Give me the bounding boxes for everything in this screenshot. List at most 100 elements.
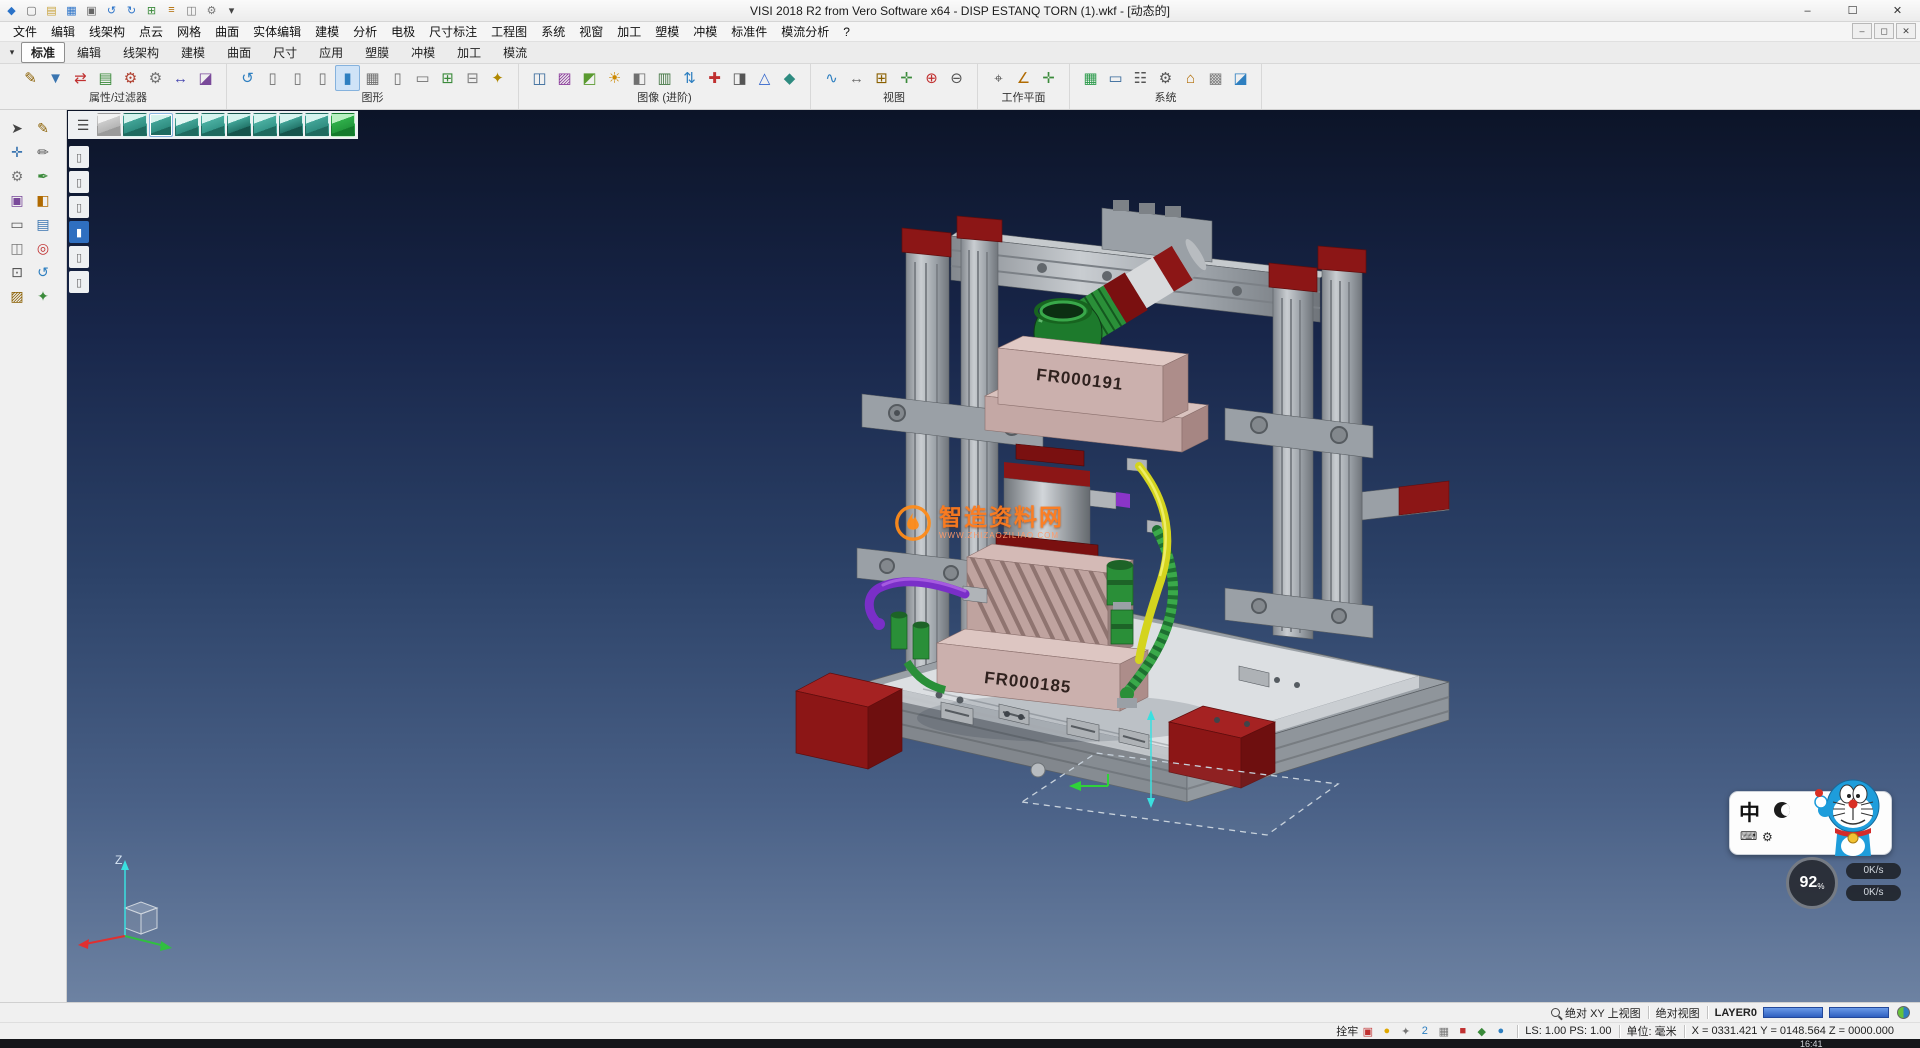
menu-item[interactable]: 标准件 xyxy=(724,22,774,42)
highlight-icon[interactable]: ✦ xyxy=(485,65,510,91)
print-icon[interactable]: ▣ xyxy=(82,1,101,19)
menu-item[interactable]: 实体编辑 xyxy=(246,22,308,42)
zoom-fit-icon[interactable]: ✛ xyxy=(894,65,919,91)
mdi-minimize-button[interactable]: – xyxy=(1852,23,1872,39)
diamond-icon[interactable]: ◆ xyxy=(777,65,802,91)
grid-green-icon[interactable]: ⊞ xyxy=(435,65,460,91)
clip-plane-icon[interactable]: ▥ xyxy=(652,65,677,91)
plane-icon[interactable]: ⊡ xyxy=(4,260,30,284)
workplane-icon[interactable]: ⌖ xyxy=(986,65,1011,91)
view-menu-icon[interactable]: ☰ xyxy=(71,113,95,137)
spark-icon[interactable]: ✦ xyxy=(30,284,56,308)
undo-icon[interactable]: ↺ xyxy=(102,1,121,19)
world-icon[interactable]: ● xyxy=(1492,1024,1509,1039)
hatch2-icon[interactable]: ▨ xyxy=(4,284,30,308)
viewport-3d[interactable]: ☰ ▯▯▯▮▯▯ xyxy=(67,110,1920,1002)
frame-icon[interactable]: ▭ xyxy=(4,212,30,236)
updown-icon[interactable]: ⇅ xyxy=(677,65,702,91)
column-view-icon-2[interactable]: ▯ xyxy=(285,65,310,91)
transform-icon[interactable]: ✚ xyxy=(702,65,727,91)
save-icon[interactable]: ▦ xyxy=(62,1,81,19)
grid-gray-icon[interactable]: ⊟ xyxy=(460,65,485,91)
edit-points-icon[interactable]: ✎ xyxy=(30,116,56,140)
refresh-view-icon[interactable]: ↺ xyxy=(235,65,260,91)
menu-item[interactable]: 视窗 xyxy=(572,22,610,42)
shade-mode-icon[interactable]: ◪ xyxy=(1228,65,1253,91)
doc-view-icon-1[interactable]: ▯ xyxy=(69,146,89,168)
menu-item[interactable]: ? xyxy=(836,22,857,42)
minimize-button[interactable]: – xyxy=(1785,0,1830,21)
texture-icon[interactable]: ▨ xyxy=(552,65,577,91)
view-right-icon[interactable] xyxy=(227,113,251,137)
menu-item[interactable]: 线架构 xyxy=(82,22,132,42)
wireframe-view-icon[interactable]: ▦ xyxy=(360,65,385,91)
tab[interactable]: 标准 xyxy=(21,42,65,63)
open-file-icon[interactable]: ▤ xyxy=(42,1,61,19)
tab[interactable]: 建模 xyxy=(171,42,215,63)
menu-item[interactable]: 文件 xyxy=(6,22,44,42)
menu-item[interactable]: 电极 xyxy=(384,22,422,42)
new-file-icon[interactable]: ▢ xyxy=(22,1,41,19)
zoom-in-icon[interactable]: ⊕ xyxy=(919,65,944,91)
column-view-icon-1[interactable]: ▯ xyxy=(260,65,285,91)
tab[interactable]: 应用 xyxy=(309,42,353,63)
menu-item[interactable]: 工程图 xyxy=(484,22,534,42)
ime-mode-indicator[interactable]: 中 xyxy=(1739,797,1760,827)
shade-filter-icon[interactable]: ◪ xyxy=(193,65,218,91)
measure-icon[interactable]: ↔ xyxy=(168,65,193,91)
view-iso-icon-2[interactable] xyxy=(149,113,173,137)
doc-view-icon-4[interactable]: ▮ xyxy=(69,221,89,243)
osnap-icon[interactable]: ▣ xyxy=(1359,1024,1376,1039)
history-icon[interactable]: ↺ xyxy=(30,260,56,284)
cylinder-icon[interactable]: ◫ xyxy=(4,236,30,260)
layer-color-swatch-2[interactable] xyxy=(1829,1007,1889,1018)
doc-view-icon-2[interactable]: ▯ xyxy=(69,171,89,193)
sheet-icon[interactable]: ▤ xyxy=(30,212,56,236)
zoom-out-icon[interactable]: ⊖ xyxy=(944,65,969,91)
layer-color-swatch-1[interactable] xyxy=(1763,1007,1823,1018)
view-axo-icon[interactable] xyxy=(305,113,329,137)
window-icon[interactable]: ◫ xyxy=(182,1,201,19)
note-icon[interactable]: ✒ xyxy=(30,164,56,188)
doc-view-icon-3[interactable]: ▯ xyxy=(69,196,89,218)
count-icon[interactable]: 2 xyxy=(1416,1024,1433,1039)
material-icon[interactable]: ◩ xyxy=(577,65,602,91)
tab[interactable]: 模流 xyxy=(493,42,537,63)
mdi-close-button[interactable]: ✕ xyxy=(1896,23,1916,39)
dynamic-view-icon[interactable]: ∿ xyxy=(819,65,844,91)
tab[interactable]: 尺寸 xyxy=(263,42,307,63)
view-mode-icon[interactable] xyxy=(1897,1006,1910,1019)
menu-item[interactable]: 系统 xyxy=(534,22,572,42)
menu-item[interactable]: 建模 xyxy=(308,22,346,42)
gear-red-icon[interactable]: ⚙ xyxy=(118,65,143,91)
menu-item[interactable]: 冲模 xyxy=(686,22,724,42)
view-top-icon[interactable] xyxy=(175,113,199,137)
system-settings-icon[interactable]: ⚙ xyxy=(1153,65,1178,91)
target-icon[interactable]: ◎ xyxy=(30,236,56,260)
view-bottom-icon[interactable] xyxy=(279,113,303,137)
grid-icon[interactable]: ⊞ xyxy=(142,1,161,19)
menu-item[interactable]: 编辑 xyxy=(44,22,82,42)
tab[interactable]: 冲模 xyxy=(401,42,445,63)
filter-icon[interactable]: ▼ xyxy=(43,65,68,91)
menu-item[interactable]: 塑模 xyxy=(648,22,686,42)
keyboard-icon[interactable]: ⌨ xyxy=(1740,829,1757,843)
zoom-window-icon[interactable]: ⊞ xyxy=(869,65,894,91)
doc-view-icon-6[interactable]: ▯ xyxy=(69,271,89,293)
tab[interactable]: 塑膜 xyxy=(355,42,399,63)
column-view-icon-4[interactable]: ▯ xyxy=(385,65,410,91)
layers-icon[interactable]: ≡ xyxy=(162,1,181,19)
palette-icon[interactable]: ▦ xyxy=(1078,65,1103,91)
accelerator-badge[interactable]: 92 % xyxy=(1786,857,1838,909)
active-layer-label[interactable]: LAYER0 xyxy=(1715,1007,1757,1019)
settings-icon[interactable]: ⚙ xyxy=(202,1,221,19)
view-left-icon[interactable] xyxy=(201,113,225,137)
light-icon[interactable]: ☀ xyxy=(602,65,627,91)
box-select-icon[interactable]: ▭ xyxy=(410,65,435,91)
section-icon[interactable]: ◧ xyxy=(627,65,652,91)
menu-item[interactable]: 加工 xyxy=(610,22,648,42)
hatch-icon[interactable]: ▩ xyxy=(1203,65,1228,91)
ime-tools-icon[interactable]: ⚙ xyxy=(1762,830,1773,844)
properties-icon[interactable]: ✎ xyxy=(18,65,43,91)
ok-icon[interactable]: ◆ xyxy=(1473,1024,1490,1039)
